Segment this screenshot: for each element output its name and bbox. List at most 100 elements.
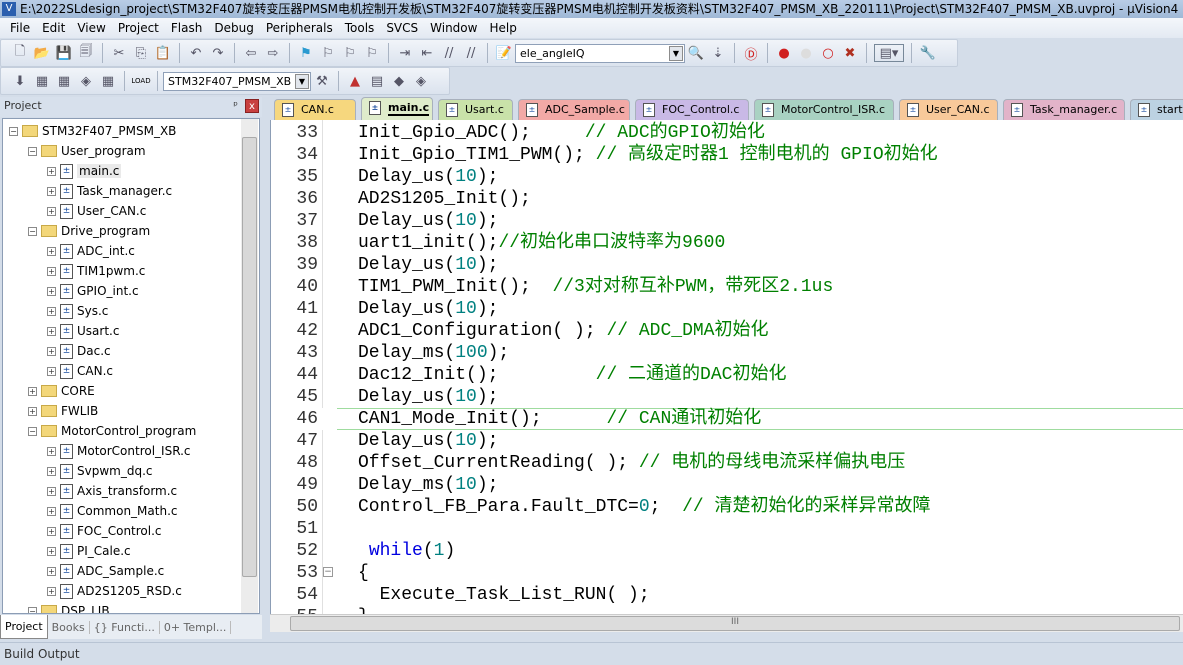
editor-horizontal-scrollbar[interactable]: III xyxy=(270,614,1183,632)
expand-icon[interactable]: + xyxy=(47,206,56,216)
code-line[interactable]: 35 Delay_us(10); xyxy=(271,166,1183,188)
new-file-icon[interactable]: 🗋 xyxy=(11,44,29,62)
code-line[interactable]: 39 Delay_us(10); xyxy=(271,254,1183,276)
menu-debug[interactable]: Debug xyxy=(214,21,253,35)
build-icon[interactable]: ▦ xyxy=(33,72,51,90)
expand-icon[interactable]: + xyxy=(47,286,56,296)
code-line[interactable]: 40 TIM1_PWM_Init(); //3对对称互补PWM，带死区2.1us xyxy=(271,276,1183,298)
menu-edit[interactable]: Edit xyxy=(42,21,65,35)
download-icon[interactable]: LOAD xyxy=(131,72,150,90)
rebuild-icon[interactable]: ▦ xyxy=(55,72,73,90)
file-extensions-icon[interactable]: ▤ xyxy=(368,72,386,90)
prev-bookmark-icon[interactable]: ⚐ xyxy=(319,44,337,62)
translate-icon[interactable]: ⬇ xyxy=(11,72,29,90)
code-line[interactable]: 38 uart1_init();//初始化串口波特率为9600 xyxy=(271,232,1183,254)
tree-item[interactable]: + ± Usart.c xyxy=(47,321,119,341)
file-tab[interactable]: ± ADC_Sample.c xyxy=(518,99,630,120)
menu-window[interactable]: Window xyxy=(430,21,477,35)
bookmark-icon[interactable]: ⚑ xyxy=(297,44,315,62)
code-line[interactable]: 43 Delay_ms(100); xyxy=(271,342,1183,364)
menu-flash[interactable]: Flash xyxy=(171,21,202,35)
fold-toggle-icon[interactable]: − xyxy=(323,567,333,577)
tab-templates[interactable]: 0+ Templ... xyxy=(160,620,232,634)
redo-icon[interactable]: ↷ xyxy=(209,44,227,62)
file-tab[interactable]: ± User_CAN.c xyxy=(899,99,998,120)
undo-icon[interactable]: ↶ xyxy=(187,44,205,62)
expand-icon[interactable]: + xyxy=(47,506,56,516)
comment-icon[interactable]: // xyxy=(440,44,458,62)
tree-item[interactable]: + ± Axis_transform.c xyxy=(47,481,177,501)
expand-icon[interactable]: + xyxy=(47,446,56,456)
tree-item[interactable]: + ± TIM1pwm.c xyxy=(47,261,145,281)
code-line[interactable]: 50 Control_FB_Para.Fault_DTC=0; // 清楚初始化的… xyxy=(271,496,1183,518)
code-line[interactable]: 52 while(1) xyxy=(271,540,1183,562)
collapse-icon[interactable]: − xyxy=(9,126,18,136)
chevron-down-icon[interactable]: ▼ xyxy=(295,73,309,89)
expand-icon[interactable]: + xyxy=(47,466,56,476)
batch-build-icon[interactable]: ◈ xyxy=(77,72,95,90)
code-line[interactable]: 34 Init_Gpio_TIM1_PWM(); // 高级定时器1 控制电机的 … xyxy=(271,144,1183,166)
tree-item[interactable]: − DSP_LIB xyxy=(28,601,110,613)
find-icon[interactable]: 🔍 xyxy=(687,44,705,62)
expand-icon[interactable]: + xyxy=(47,546,56,556)
file-tab[interactable]: ± CAN.c xyxy=(274,99,356,120)
configure-icon[interactable]: 🔧 xyxy=(919,44,937,62)
expand-icon[interactable]: + xyxy=(47,266,56,276)
clear-bookmarks-icon[interactable]: ⚐ xyxy=(363,44,381,62)
chevron-down-icon[interactable]: ▼ xyxy=(669,45,683,61)
expand-icon[interactable]: + xyxy=(47,186,56,196)
code-line[interactable]: 47 Delay_us(10); xyxy=(271,430,1183,452)
file-tab[interactable]: ± FOC_Control.c xyxy=(635,99,749,120)
tree-item[interactable]: + ± Sys.c xyxy=(47,301,108,321)
menu-file[interactable]: File xyxy=(10,21,30,35)
next-bookmark-icon[interactable]: ⚐ xyxy=(341,44,359,62)
menu-peripherals[interactable]: Peripherals xyxy=(266,21,333,35)
tree-item[interactable]: + ± Common_Math.c xyxy=(47,501,177,521)
collapse-icon[interactable]: − xyxy=(28,146,37,156)
expand-icon[interactable]: + xyxy=(28,406,37,416)
code-line[interactable]: 46 CAN1_Mode_Init(); // CAN通讯初始化 xyxy=(271,408,1183,430)
tree-item[interactable]: + ± Dac.c xyxy=(47,341,111,361)
expand-icon[interactable]: + xyxy=(47,526,56,536)
code-line[interactable]: 44 Dac12_Init(); // 二通道的DAC初始化 xyxy=(271,364,1183,386)
debug-session-icon[interactable]: Ⓓ xyxy=(742,44,760,63)
tree-item[interactable]: + FWLIB xyxy=(28,401,98,421)
code-line[interactable]: 45 Delay_us(10); xyxy=(271,386,1183,408)
expand-icon[interactable]: + xyxy=(47,566,56,576)
menu-project[interactable]: Project xyxy=(118,21,159,35)
collapse-icon[interactable]: − xyxy=(28,226,37,236)
expand-icon[interactable]: + xyxy=(47,586,56,596)
collapse-icon[interactable]: − xyxy=(28,426,37,436)
file-tab[interactable]: ± Usart.c xyxy=(438,99,513,120)
manage-components-icon[interactable]: ▲ xyxy=(346,72,364,90)
menu-tools[interactable]: Tools xyxy=(345,21,375,35)
expand-icon[interactable]: + xyxy=(47,306,56,316)
tree-item[interactable]: + ± main.c xyxy=(47,161,122,181)
target-options-icon[interactable]: ⚒ xyxy=(313,72,331,90)
tree-item[interactable]: − MotorControl_program xyxy=(28,421,196,441)
open-file-icon[interactable]: 📂 xyxy=(33,44,51,62)
find-combo[interactable]: ele_angleIQ ▼ xyxy=(515,43,685,63)
paste-icon[interactable]: 📋 xyxy=(154,44,172,62)
tree-item[interactable]: + CORE xyxy=(28,381,95,401)
file-tab[interactable]: ± MotorControl_ISR.c xyxy=(754,99,894,120)
incremental-find-icon[interactable]: ⇣ xyxy=(709,44,727,62)
tree-item[interactable]: + ± CAN.c xyxy=(47,361,113,381)
manage-rte-icon[interactable]: ◈ xyxy=(412,72,430,90)
tree-scrollbar[interactable] xyxy=(241,119,258,613)
code-editor[interactable]: 33 Init_Gpio_ADC(); // ADC的GPIO初始化 34 Init_… xyxy=(270,120,1183,614)
tree-item[interactable]: + ± Svpwm_dq.c xyxy=(47,461,153,481)
expand-icon[interactable]: + xyxy=(47,366,56,376)
expand-icon[interactable]: + xyxy=(47,246,56,256)
menu-view[interactable]: View xyxy=(77,21,105,35)
code-line[interactable]: 36 AD2S1205_Init(); xyxy=(271,188,1183,210)
enable-breakpoint-icon[interactable]: ● xyxy=(797,44,815,62)
copy-icon[interactable]: ⎘ xyxy=(132,44,150,62)
tab-books[interactable]: Books xyxy=(48,620,90,634)
uncomment-icon[interactable]: // xyxy=(462,44,480,62)
code-line[interactable]: 55} xyxy=(271,606,1183,614)
nav-forward-icon[interactable]: ⇨ xyxy=(264,44,282,62)
tree-item[interactable]: + ± MotorControl_ISR.c xyxy=(47,441,191,461)
tree-item[interactable]: − Drive_program xyxy=(28,221,150,241)
select-packs-icon[interactable]: ◆ xyxy=(390,72,408,90)
